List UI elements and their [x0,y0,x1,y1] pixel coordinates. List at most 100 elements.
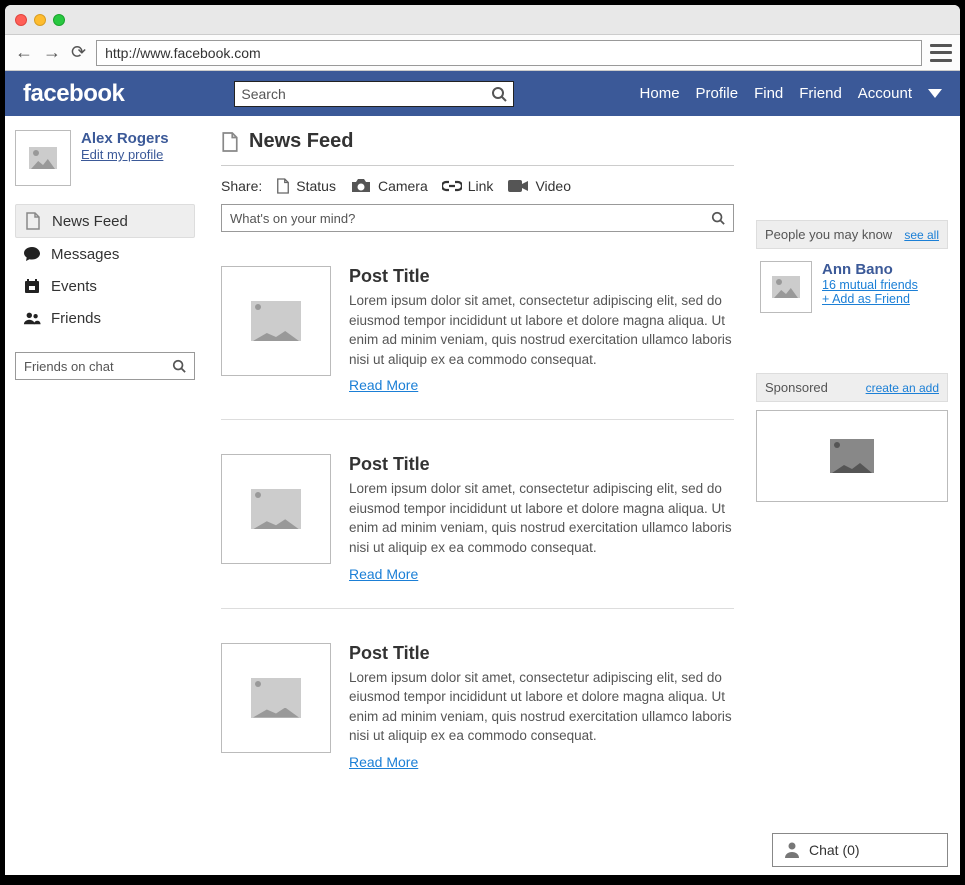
browser-menu-button[interactable] [930,44,952,62]
file-icon [221,133,239,151]
friends-chat-search[interactable]: Friends on chat [15,352,195,380]
left-nav: News Feed Messages Events Friends [15,204,195,334]
search-icon [172,359,186,373]
share-link[interactable]: Link [442,178,494,194]
edit-profile-link[interactable]: Edit my profile [81,147,169,162]
post-body-text: Lorem ipsum dolor sit amet, consectetur … [349,479,734,557]
read-more-link[interactable]: Read More [349,377,418,393]
profile-username[interactable]: Alex Rogers [81,130,169,147]
post-thumbnail[interactable] [221,454,331,564]
page-title: News Feed [249,130,353,153]
sponsored-ad[interactable] [756,410,948,502]
share-option-label: Camera [378,178,428,194]
reload-button[interactable]: ⟳ [69,42,88,63]
browser-toolbar: ← → ⟳ http://www.facebook.com [5,35,960,71]
image-placeholder-icon [830,439,874,473]
camera-icon [350,178,372,194]
status-input[interactable]: What's on your mind? [221,204,734,232]
nav-messages[interactable]: Messages [15,238,195,270]
share-label: Share: [221,178,262,194]
forward-button[interactable]: → [41,42,63,63]
top-nav: Home Profile Find Friend Account [640,85,942,102]
window-controls [15,14,65,26]
post-title: Post Title [349,643,734,664]
image-placeholder-icon [772,276,800,298]
page-title-row: News Feed [221,130,734,166]
chat-search-placeholder: Friends on chat [24,359,172,374]
image-placeholder-icon [251,678,301,718]
post-title: Post Title [349,266,734,287]
video-icon [507,179,529,193]
left-sidebar: Alex Rogers Edit my profile News Feed Me… [5,116,205,875]
post-body-text: Lorem ipsum dolor sit amet, consectetur … [349,668,734,746]
maximize-window-button[interactable] [53,14,65,26]
post-thumbnail[interactable] [221,643,331,753]
search-icon [491,86,507,102]
url-input[interactable]: http://www.facebook.com [96,40,922,66]
share-status[interactable]: Status [276,178,336,194]
create-ad-link[interactable]: create an add [866,381,939,395]
file-icon [24,212,42,230]
read-more-link[interactable]: Read More [349,754,418,770]
nav-label: Friends [51,310,101,327]
chat-icon [23,245,41,263]
main-column: News Feed Share: Status Camera Link [205,116,750,875]
minimize-window-button[interactable] [34,14,46,26]
nav-find[interactable]: Find [754,85,783,102]
read-more-link[interactable]: Read More [349,566,418,582]
share-row: Share: Status Camera Link Video [221,166,734,204]
feed-post: Post Title Lorem ipsum dolor sit amet, c… [221,444,734,608]
post-body-text: Lorem ipsum dolor sit amet, consectetur … [349,291,734,369]
post-thumbnail[interactable] [221,266,331,376]
search-icon [711,211,725,225]
nav-label: Events [51,278,97,295]
chat-label: Chat (0) [809,842,860,858]
facebook-logo[interactable]: facebook [23,80,124,108]
right-sidebar: People you may know see all Ann Bano 16 … [750,116,960,875]
person-icon [783,841,801,859]
image-placeholder-icon [251,301,301,341]
suggestion-name[interactable]: Ann Bano [822,261,918,278]
see-all-link[interactable]: see all [904,228,939,242]
image-placeholder-icon [251,489,301,529]
nav-friend[interactable]: Friend [799,85,842,102]
nav-events[interactable]: Events [15,270,195,302]
back-button[interactable]: ← [13,42,35,63]
nav-friends[interactable]: Friends [15,302,195,334]
close-window-button[interactable] [15,14,27,26]
url-text: http://www.facebook.com [105,45,261,61]
add-friend-link[interactable]: + Add as Friend [822,292,918,306]
share-camera[interactable]: Camera [350,178,428,194]
suggestion-avatar[interactable] [760,261,812,313]
panel-title: Sponsored [765,380,828,395]
share-option-label: Status [296,178,336,194]
share-video[interactable]: Video [507,178,571,194]
mutual-friends-link[interactable]: 16 mutual friends [822,278,918,292]
status-placeholder: What's on your mind? [230,211,711,226]
search-input[interactable]: Search [234,81,514,107]
nav-home[interactable]: Home [640,85,680,102]
profile-avatar[interactable] [15,130,71,186]
chat-bar[interactable]: Chat (0) [772,833,948,867]
nav-account[interactable]: Account [858,85,912,102]
search-placeholder: Search [241,86,491,102]
panel-title: People you may know [765,227,892,242]
friend-suggestion: Ann Bano 16 mutual friends + Add as Frie… [756,249,948,333]
share-option-label: Link [468,178,494,194]
feed-post: Post Title Lorem ipsum dolor sit amet, c… [221,256,734,420]
browser-window: ← → ⟳ http://www.facebook.com facebook S… [5,5,960,875]
account-dropdown-icon[interactable] [928,89,942,98]
image-placeholder-icon [29,147,57,169]
people-you-may-know-header: People you may know see all [756,220,948,249]
feed-post: Post Title Lorem ipsum dolor sit amet, c… [221,633,734,796]
nav-profile[interactable]: Profile [696,85,739,102]
calendar-icon [23,277,41,295]
nav-news-feed[interactable]: News Feed [15,204,195,238]
nav-label: News Feed [52,213,128,230]
profile-summary: Alex Rogers Edit my profile [15,130,195,186]
sponsored-header: Sponsored create an add [756,373,948,402]
link-icon [442,179,462,193]
window-titlebar [5,5,960,35]
file-icon [276,178,290,194]
people-icon [23,309,41,327]
